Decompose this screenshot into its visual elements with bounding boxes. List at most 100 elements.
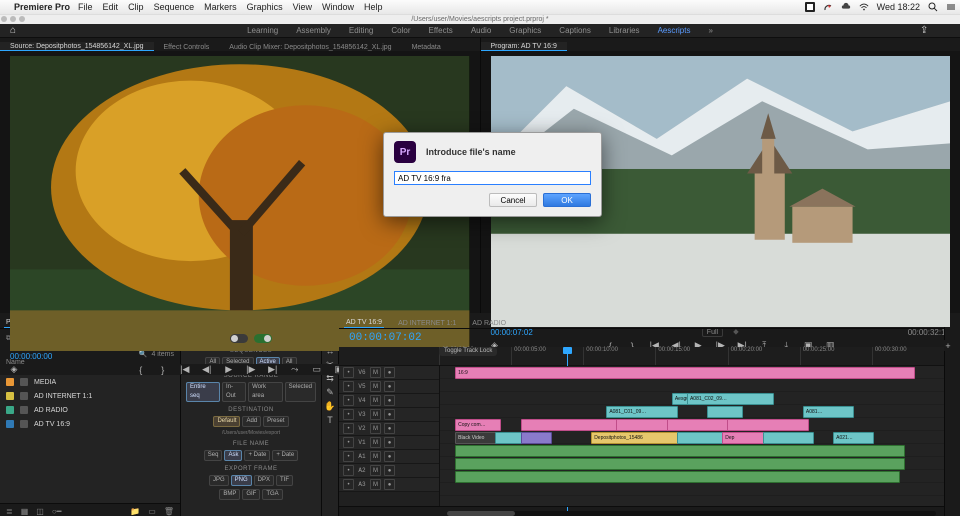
workspace-tab-aescripts[interactable]: aescripts	[658, 26, 691, 35]
timeline-clip[interactable]	[727, 419, 809, 431]
app-menu[interactable]: Premiere Pro	[14, 2, 70, 12]
traffic-light-close[interactable]	[1, 16, 7, 22]
timeline-clip[interactable]	[521, 432, 552, 444]
home-icon[interactable]: ⌂	[10, 25, 16, 36]
fmt1-tif[interactable]: TIF	[276, 475, 293, 486]
project-item[interactable]: AD TV 16:9	[0, 417, 180, 431]
fmt1-png[interactable]: PNG	[231, 475, 252, 486]
destbtns-default[interactable]: Default	[213, 416, 240, 427]
menu-window[interactable]: Window	[322, 2, 354, 12]
ok-button[interactable]: OK	[543, 193, 591, 207]
timeline-clip[interactable]: A081_C02_09…	[687, 393, 774, 405]
workspace-overflow-icon[interactable]: »	[708, 26, 712, 35]
mute-toggle-icon[interactable]: M	[370, 409, 381, 420]
list-view-icon[interactable]: ≣	[6, 507, 13, 516]
workspace-tab-editing[interactable]: Editing	[349, 26, 373, 35]
project-item[interactable]: MEDIA	[0, 375, 180, 389]
mute-toggle-icon[interactable]: M	[370, 423, 381, 434]
solo-toggle-icon[interactable]: ●	[384, 381, 395, 392]
solo-toggle-icon[interactable]: ●	[384, 423, 395, 434]
namebtns-seq[interactable]: Seq	[204, 450, 223, 461]
workspace-tab-color[interactable]: Color	[391, 26, 410, 35]
fmt1-dpx[interactable]: DPX	[254, 475, 274, 486]
control-center-icon[interactable]	[946, 2, 956, 12]
timeline-tab[interactable]: AD TV 16:9	[344, 318, 384, 328]
timeline-clip[interactable]: Copy com…	[455, 419, 501, 431]
track-header[interactable]: •A2M●	[339, 464, 439, 478]
timeline-tab[interactable]: AD RADIO	[470, 319, 508, 328]
timeline-clip[interactable]: A081_C01_09…	[606, 406, 678, 418]
mark-out-icon[interactable]: }	[157, 365, 169, 375]
menu-view[interactable]: View	[293, 2, 312, 12]
track-toggle-icon[interactable]: •	[343, 367, 354, 378]
track-header[interactable]: •A3M●	[339, 478, 439, 492]
traffic-light-min[interactable]	[10, 16, 16, 22]
track-lanes[interactable]: 16:9AesguaArt1…A081_C02_09…A081_C01_09…A…	[440, 366, 944, 506]
solo-toggle-icon[interactable]: ●	[384, 451, 395, 462]
timeline-clip[interactable]: Dep	[722, 432, 768, 444]
track-toggle-icon[interactable]: •	[343, 437, 354, 448]
add-marker-icon[interactable]: ◈	[8, 364, 20, 375]
track-toggle-icon[interactable]: •	[343, 409, 354, 420]
type-tool-icon[interactable]: T	[327, 415, 333, 425]
mute-toggle-icon[interactable]: M	[370, 479, 381, 490]
timeline-clip[interactable]	[677, 432, 728, 444]
rangebtns-selected[interactable]: Selected	[285, 382, 316, 402]
timeline-clip[interactable]	[707, 406, 743, 418]
toggle-track-lock[interactable]: Toggle Track Lock	[439, 347, 497, 356]
go-to-out-icon[interactable]: ▶|	[267, 364, 279, 375]
source-tab[interactable]: Audio Clip Mixer: Depositphotos_15485614…	[219, 43, 401, 51]
solo-toggle-icon[interactable]: ●	[384, 437, 395, 448]
project-item[interactable]: AD INTERNET 1:1	[0, 389, 180, 403]
track-header[interactable]: •V2M●	[339, 422, 439, 436]
freeform-view-icon[interactable]: ◫	[36, 507, 44, 516]
export-queue-toggle[interactable]	[230, 334, 248, 343]
menu-clip[interactable]: Clip	[128, 2, 144, 12]
track-toggle-icon[interactable]: •	[343, 423, 354, 434]
step-fwd-icon[interactable]: |▶	[245, 364, 257, 375]
solo-toggle-icon[interactable]: ●	[384, 367, 395, 378]
rangebtns-entire-seq[interactable]: Entire seq	[186, 382, 220, 402]
timeline-timecode[interactable]: 00:00:07:02	[349, 332, 422, 344]
fmt2-gif[interactable]: GIF	[242, 489, 260, 500]
timeline-tab[interactable]: AD INTERNET 1:1	[396, 319, 458, 328]
source-tab[interactable]: Source: Depositphotos_154856142_XL.jpg	[0, 42, 154, 51]
program-tab[interactable]: Program: AD TV 16:9	[481, 42, 567, 51]
workspace-tab-learning[interactable]: Learning	[247, 26, 278, 35]
icon-view-icon[interactable]: ▦	[21, 507, 29, 516]
timeline-clip[interactable]: A081…	[803, 406, 854, 418]
namebtns-ask[interactable]: Ask	[224, 450, 242, 461]
workspace-tab-graphics[interactable]: Graphics	[509, 26, 541, 35]
track-toggle-icon[interactable]: •	[343, 465, 354, 476]
track-toggle-icon[interactable]: •	[343, 381, 354, 392]
project-item[interactable]: AD RADIO	[0, 403, 180, 417]
workspace-tab-libraries[interactable]: Libraries	[609, 26, 640, 35]
cancel-button[interactable]: Cancel	[489, 193, 537, 207]
status-wifi-icon[interactable]	[859, 2, 869, 12]
source-tab[interactable]: Effect Controls	[154, 43, 220, 51]
mute-toggle-icon[interactable]: M	[370, 395, 381, 406]
status-cc-icon[interactable]	[823, 2, 833, 12]
project-search-icon[interactable]: 🔍	[139, 351, 148, 358]
solo-toggle-icon[interactable]: ●	[384, 409, 395, 420]
workspace-tab-audio[interactable]: Audio	[471, 26, 491, 35]
menu-markers[interactable]: Markers	[204, 2, 237, 12]
track-header[interactable]: •A1M●	[339, 450, 439, 464]
new-item-icon[interactable]: ▭	[148, 507, 156, 516]
pen-tool-icon[interactable]: ✎	[326, 387, 334, 398]
status-cloud-icon[interactable]	[841, 2, 851, 12]
zoom-slider-icon[interactable]: ○━	[52, 507, 62, 516]
destbtns-preset[interactable]: Preset	[263, 416, 288, 427]
track-header[interactable]: •V4M●	[339, 394, 439, 408]
spotlight-icon[interactable]	[928, 2, 938, 12]
mute-toggle-icon[interactable]: M	[370, 465, 381, 476]
timeline-ruler[interactable]: 00:00:00:0000:00:05:0000:00:10:0000:00:1…	[339, 347, 944, 366]
timeline-clip[interactable]	[763, 432, 814, 444]
play-icon[interactable]: ▶	[223, 364, 235, 375]
trash-icon[interactable]: 🗑	[164, 507, 174, 516]
rangebtns-in-out[interactable]: In-Out	[222, 382, 246, 402]
menu-edit[interactable]: Edit	[103, 2, 119, 12]
workspace-tab-effects[interactable]: Effects	[429, 26, 453, 35]
workspace-tab-captions[interactable]: Captions	[559, 26, 591, 35]
go-to-in-icon[interactable]: |◀	[179, 364, 191, 375]
